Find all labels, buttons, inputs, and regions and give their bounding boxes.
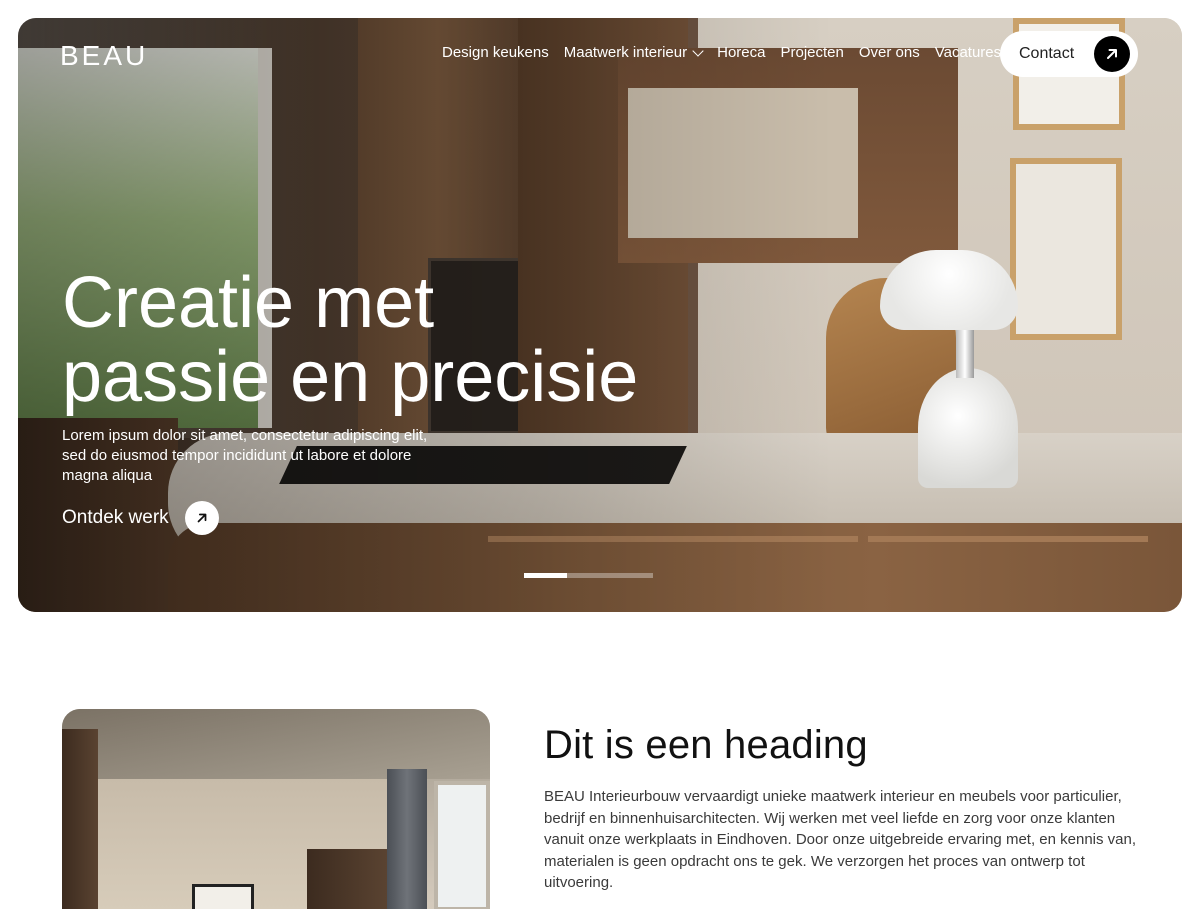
arrow-up-right-icon	[184, 501, 219, 535]
logo[interactable]: BEAU	[60, 40, 148, 72]
hero-banner: BEAU Design keukens Maatwerk interieur H…	[18, 18, 1182, 612]
arrow-up-right-icon	[1094, 36, 1130, 72]
hero-title-line: passie en precisie	[62, 337, 639, 417]
section-heading: Dit is een heading	[544, 723, 868, 767]
nav-item-maatwerk-interieur[interactable]: Maatwerk interieur	[563, 44, 704, 61]
nav-item-label: Design keukens	[442, 44, 549, 61]
hero-description: Lorem ipsum dolor sit amet, consectetur …	[62, 426, 482, 486]
discover-work-label: Ontdek werk	[62, 507, 169, 528]
section-text: BEAU Interieurbouw vervaardigt unieke ma…	[544, 788, 1137, 891]
discover-work-button[interactable]: Ontdek werk	[62, 501, 219, 535]
nav-item-label: Maatwerk interieur	[563, 44, 688, 61]
interior-image	[62, 709, 490, 909]
nav-item-label: Horeca	[717, 44, 766, 61]
contact-button-label: Contact	[1019, 45, 1075, 62]
slide-indicator-1[interactable]	[524, 573, 567, 578]
nav-item-vacatures[interactable]: Vacatures	[935, 44, 1001, 61]
nav-item-projecten[interactable]: Projecten	[780, 44, 843, 61]
hero-title: Creatie met passie en precisie	[62, 266, 638, 414]
hero-description-line: magna aliqua	[62, 467, 153, 484]
slider-indicator	[524, 573, 653, 578]
nav-item-horeca[interactable]: Horeca	[717, 44, 765, 61]
nav-item-label: Over ons	[858, 44, 920, 61]
contact-button[interactable]: Contact	[1000, 31, 1138, 77]
nav-item-label: Vacatures	[934, 44, 1002, 61]
nav-item-over-ons[interactable]: Over ons	[859, 44, 920, 61]
hero-description-line: sed do eiusmod tempor incididunt ut labo…	[62, 447, 412, 464]
hero-title-line: Creatie met	[62, 263, 435, 343]
slide-indicator-3[interactable]	[610, 573, 653, 578]
chevron-down-icon	[692, 44, 704, 57]
nav-item-design-keukens[interactable]: Design keukens	[442, 44, 549, 61]
main-nav: Design keukens Maatwerk interieur Horeca…	[442, 44, 1001, 61]
hero-description-line: Lorem ipsum dolor sit amet, consectetur …	[62, 427, 428, 444]
nav-item-label: Projecten	[780, 44, 844, 61]
slide-indicator-2[interactable]	[567, 573, 610, 578]
